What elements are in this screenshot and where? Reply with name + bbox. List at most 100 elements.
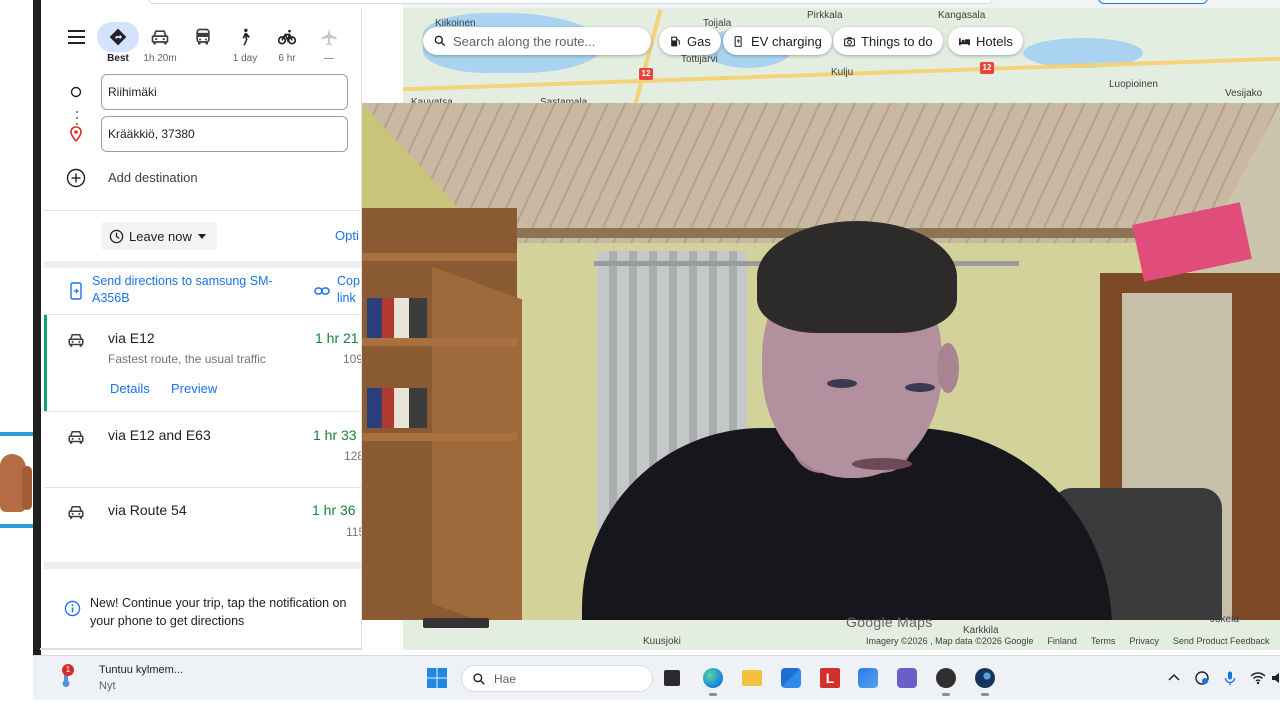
- map-place-label: Vesijako: [1225, 88, 1263, 99]
- add-destination-button[interactable]: Add destination: [44, 167, 361, 189]
- route-option-1[interactable]: via E12 Fastest route, the usual traffic…: [44, 315, 362, 411]
- leave-now-dropdown[interactable]: Leave now: [101, 222, 217, 250]
- store-app[interactable]: [778, 665, 804, 691]
- add-circle-icon: [66, 168, 86, 188]
- cam-shelf-board: [362, 338, 517, 346]
- cam-books: [367, 298, 427, 338]
- red-l-app[interactable]: L: [817, 665, 843, 691]
- obs-app[interactable]: [933, 665, 959, 696]
- top-search-pill[interactable]: [148, 0, 993, 4]
- imagery-attribution: Imagery ©2026 , Map data ©2026 Google: [866, 636, 1034, 646]
- task-view-app[interactable]: [659, 665, 685, 691]
- car-icon: [151, 30, 169, 45]
- side-thumbnail[interactable]: [0, 432, 36, 528]
- steam-app[interactable]: [972, 665, 998, 696]
- plane-icon: [321, 28, 337, 46]
- walk-icon: [242, 28, 250, 46]
- left-background: [0, 0, 33, 720]
- route-option-3[interactable]: via Route 54 1 hr 36 115: [44, 488, 361, 563]
- route-subtitle: Fastest route, the usual traffic: [108, 352, 266, 366]
- ev-charging-icon: [734, 35, 742, 47]
- cam-person-ear: [937, 343, 959, 393]
- route-option-2[interactable]: via E12 and E63 1 hr 33 128: [44, 412, 361, 487]
- location-pin-icon: [70, 126, 82, 142]
- mode-label: 6 hr: [278, 53, 296, 64]
- mail-app[interactable]: [855, 665, 881, 691]
- mode-walk[interactable]: 1 day: [224, 22, 266, 64]
- route-duration: 1 hr 21: [315, 330, 359, 346]
- mode-car[interactable]: 1h 20m: [139, 22, 181, 64]
- route-details-link[interactable]: Details: [110, 381, 150, 396]
- road-shield: 12: [639, 68, 653, 80]
- destination-input[interactable]: Krääkkiö, 37380: [101, 116, 348, 152]
- cam-person-mouth: [852, 458, 912, 470]
- origin-circle-icon: [70, 86, 82, 98]
- route-search-placeholder: Search along the route...: [453, 33, 596, 49]
- taskbar-search[interactable]: Hae: [461, 665, 653, 692]
- mode-label: Best: [107, 53, 129, 64]
- clock-icon: [109, 229, 124, 243]
- chip-label: Things to do: [861, 33, 933, 49]
- security-icon[interactable]: [1194, 670, 1210, 686]
- mode-bike[interactable]: 6 hr: [266, 22, 308, 64]
- section-divider: [44, 562, 361, 569]
- search-icon: [434, 35, 446, 47]
- wifi-icon[interactable]: [1250, 670, 1266, 686]
- origin-input[interactable]: Riihimäki: [101, 74, 348, 110]
- route-distance: 109: [343, 352, 362, 366]
- mode-transit[interactable]: [182, 22, 224, 53]
- terms-link[interactable]: Terms: [1091, 636, 1116, 646]
- map-place-label: Kulju: [831, 67, 854, 78]
- chip-things-to-do[interactable]: Things to do: [833, 27, 943, 55]
- teams-app[interactable]: [894, 665, 920, 691]
- microphone-icon[interactable]: [1222, 670, 1238, 686]
- chip-gas[interactable]: Gas: [659, 27, 721, 55]
- menu-icon[interactable]: [66, 27, 88, 47]
- privacy-link[interactable]: Privacy: [1129, 636, 1159, 646]
- route-preview-link[interactable]: Preview: [171, 381, 217, 396]
- mail-icon: [858, 668, 878, 688]
- mode-label: —: [324, 53, 334, 64]
- feedback-link[interactable]: Send Product Feedback: [1173, 636, 1270, 646]
- car-icon: [68, 506, 84, 519]
- cam-books: [367, 388, 427, 428]
- screen: Pirkkala Kangasala Kiikoinen Toijala Tot…: [0, 0, 1280, 720]
- edge-app[interactable]: [700, 665, 726, 696]
- send-directions-link[interactable]: Send directions to samsung SM-A356B: [92, 273, 302, 307]
- mode-best[interactable]: Best: [97, 22, 139, 64]
- options-button[interactable]: Opti: [335, 228, 359, 243]
- file-explorer-app[interactable]: [739, 665, 765, 691]
- steam-icon: [975, 668, 995, 688]
- link-icon: [314, 287, 330, 295]
- route-duration: 1 hr 36: [312, 502, 356, 518]
- route-name: via E12: [108, 330, 155, 346]
- chip-ev-charging[interactable]: EV charging: [723, 27, 832, 55]
- cam-person-eye: [905, 383, 935, 392]
- windows-start-icon[interactable]: [426, 667, 448, 689]
- notification-badge: 1: [62, 664, 74, 676]
- info-notice: New! Continue your trip, tap the notific…: [44, 586, 361, 636]
- edge-icon: [703, 668, 723, 688]
- notification-subtitle: Nyt: [99, 680, 116, 692]
- route-search-input[interactable]: Search along the route...: [423, 27, 651, 55]
- webcam-overlay: [362, 103, 1280, 620]
- chevron-up-icon[interactable]: [1166, 670, 1182, 686]
- top-button-pill[interactable]: [1098, 0, 1208, 4]
- gas-station-icon: [671, 36, 680, 46]
- task-view-icon: [664, 670, 680, 686]
- mode-flight[interactable]: —: [308, 22, 350, 64]
- info-icon: [64, 600, 81, 617]
- route-name: via E12 and E63: [108, 427, 211, 443]
- destination-row: Krääkkiö, 37380: [44, 116, 361, 152]
- panel-bottom-edge: [40, 648, 362, 650]
- speaker-icon[interactable]: [1271, 670, 1280, 686]
- windows-taskbar: 1 Tuntuu kylmem... Nyt Hae L: [33, 655, 1280, 700]
- map-place-label: Tottijärvi: [681, 54, 718, 65]
- chip-hotels[interactable]: Hotels: [948, 27, 1023, 55]
- travel-modes: Best 1h 20m 1 day 6 hr —: [44, 8, 361, 70]
- google-maps-logo: Google Maps: [846, 614, 933, 630]
- camera-icon: [844, 36, 855, 46]
- taskbar-notification[interactable]: 1 Tuntuu kylmem... Nyt: [53, 662, 213, 696]
- origin-row: Riihimäki: [44, 74, 361, 110]
- copy-link-button[interactable]: Cop link: [337, 273, 361, 307]
